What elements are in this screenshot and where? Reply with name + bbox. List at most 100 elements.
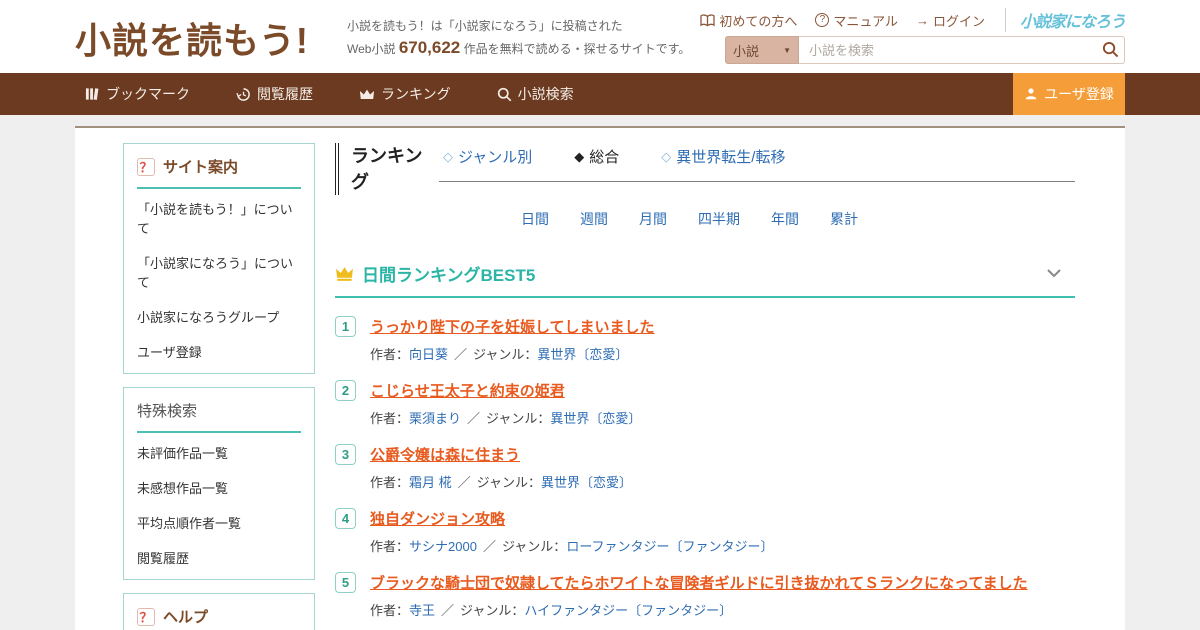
novel-title-link[interactable]: ブラックな騎士団で奴隷してたらホワイトな冒険者ギルドに引き抜かれてＳランクになっ… [370,572,1028,593]
page-title: ランキング [335,143,439,195]
best5-title: 日間ランキングBEST5 [362,266,536,285]
section-header: ？ ヘルプ [137,606,301,630]
genre-link[interactable]: ハイファンタジー〔ファンタジー〕 [524,603,732,618]
login-arrow-icon: → [915,12,929,28]
tab-overall[interactable]: ◆ 総合 [574,146,619,167]
crown-icon [336,266,353,281]
novel-title-link[interactable]: 独自ダンジョン攻略 [370,508,505,529]
diamond-icon: ◇ [661,148,672,164]
nav-bookmark[interactable]: ブックマーク [85,84,190,104]
section-divider [335,296,1075,298]
sidebar-section-special-search: 特殊検索 未評価作品一覧 未感想作品一覧 平均点順作者一覧 閲覧履歴 [123,387,315,580]
manual-link[interactable]: ? マニュアル [815,11,898,30]
sidebar-section-help: ？ ヘルプ Ｎコードについて ユーザ検索 [123,593,315,630]
sidebar-link-narou-group[interactable]: 小説家になろうグループ [137,297,301,332]
ranking-item-2: 2 こじらせ王太子と約束の姫君 作者：栗須まり／ジャンル：異世界〔恋愛〕 [335,380,1075,427]
nav-ranking[interactable]: ランキング [359,84,451,104]
novel-title-link[interactable]: こじらせ王太子と約束の姫君 [370,380,565,401]
rank-badge: 2 [335,380,356,401]
bookmark-icon [85,88,99,100]
tab-quarterly[interactable]: 四半期 [698,209,740,229]
question-circle-icon: ? [815,13,830,27]
sidebar-link-about-narou[interactable]: 「小説家になろう」について [137,243,301,297]
sidebar-link-register[interactable]: ユーザ登録 [137,332,301,367]
search-icon [497,87,511,101]
sidebar-link-about-yomou[interactable]: 「小説を読もう！」について [137,189,301,243]
site-header: 小説を読もう! 小説を読もう！は「小説家になろう」に投稿された Web小説 67… [0,0,1200,73]
sidebar-link-author-avg-ranking[interactable]: 平均点順作者一覧 [137,503,301,538]
search-submit-button[interactable] [1101,41,1119,59]
diamond-icon: ◇ [443,148,453,164]
page-body: ？ サイト案内 「小説を読もう！」について 「小説家になろう」について 小説家に… [0,126,1200,630]
sidebar-link-view-history[interactable]: 閲覧履歴 [137,538,301,573]
ranking-content: ランキング ◇ ジャンル別 ◆ 総合 ◇ 異世界転生/転移 日間 週間 月間 四… [335,143,1075,630]
site-logo[interactable]: 小説を読もう! [75,12,309,64]
search-input[interactable] [799,36,1125,64]
register-button[interactable]: ユーザ登録 [1013,73,1125,115]
section-title: 特殊検索 [137,403,198,420]
work-count: 670,622 [398,38,461,57]
tab-yearly[interactable]: 年間 [771,209,799,229]
ranking-item-3: 3 公爵令嬢は森に住まう 作者：霜月 椛／ジャンル：異世界〔恋愛〕 [335,444,1075,491]
author-link[interactable]: 霜月 椛 [409,475,452,490]
category-tabs: ◇ ジャンル別 ◆ 総合 ◇ 異世界転生/転移 [439,143,1075,182]
author-link[interactable]: サシナ2000 [409,539,477,554]
genre-link[interactable]: 異世界〔恋愛〕 [550,411,641,426]
novel-meta: 作者：霜月 椛／ジャンル：異世界〔恋愛〕 [370,475,633,490]
author-link[interactable]: 栗須まり [409,411,461,426]
beginners-link[interactable]: 初めての方へ [700,11,797,30]
novel-meta: 作者：向日葵／ジャンル：異世界〔恋愛〕 [370,347,629,362]
tab-weekly[interactable]: 週間 [580,209,608,229]
tab-monthly[interactable]: 月間 [639,209,667,229]
login-link[interactable]: → ログイン [916,11,985,30]
novel-meta: 作者：サシナ2000 ／ジャンル：ローファンタジー〔ファンタジー〕 [370,539,774,554]
novel-title-link[interactable]: 公爵令嬢は森に住まう [370,444,520,465]
best5-header: 日間ランキングBEST5 [335,261,1075,286]
period-tabs: 日間 週間 月間 四半期 年間 累計 [335,209,1075,229]
rank-badge: 3 [335,444,356,465]
section-header: 特殊検索 [137,400,301,433]
open-book-icon [700,13,715,26]
tab-genre[interactable]: ◇ ジャンル別 [443,146,532,167]
user-icon [1025,88,1037,100]
ranking-item-5: 5 ブラックな騎士団で奴隷してたらホワイトな冒険者ギルドに引き抜かれてＳランクに… [335,572,1075,619]
nav-novel-search[interactable]: 小説検索 [497,84,574,104]
diamond-filled-icon: ◆ [574,148,585,164]
collapse-chevron-icon[interactable] [1047,265,1061,283]
ranking-list: 1 うっかり陛下の子を妊娠してしまいました 作者：向日葵／ジャンル：異世界〔恋愛… [335,316,1075,619]
main-nav: ブックマーク 閲覧履歴 ランキング 小説検索 ユーザ登録 [0,73,1200,115]
tagline-line1: 小説を読もう！は「小説家になろう」に投稿された [347,19,623,33]
utility-links: 初めての方へ ? マニュアル → ログイン 小説家になろう [700,8,1126,32]
rank-badge: 5 [335,572,356,593]
novel-meta: 作者：寺王／ジャンル：ハイファンタジー〔ファンタジー〕 [370,603,733,618]
novel-meta: 作者：栗須まり／ジャンル：異世界〔恋愛〕 [370,411,642,426]
ranking-item-1: 1 うっかり陛下の子を妊娠してしまいました 作者：向日葵／ジャンル：異世界〔恋愛… [335,316,1075,363]
search-bar: 小説 ▼ [725,36,1125,64]
tab-cumulative[interactable]: 累計 [830,209,858,229]
ranking-item-4: 4 独自ダンジョン攻略 作者：サシナ2000 ／ジャンル：ローファンタジー〔ファン… [335,508,1075,555]
author-link[interactable]: 寺王 [409,603,435,618]
genre-link[interactable]: 異世界〔恋愛〕 [537,347,628,362]
search-category-select[interactable]: 小説 ▼ [725,36,799,64]
section-title: ヘルプ [163,609,209,626]
search-icon [1102,41,1118,58]
genre-link[interactable]: ローファンタジー〔ファンタジー〕 [566,539,773,554]
genre-link[interactable]: 異世界〔恋愛〕 [541,475,632,490]
chevron-down-icon: ▼ [783,45,791,55]
novel-title-link[interactable]: うっかり陛下の子を妊娠してしまいました [370,316,655,337]
author-link[interactable]: 向日葵 [409,347,448,362]
section-header: ？ サイト案内 [137,156,301,189]
rank-badge: 4 [335,508,356,529]
sidebar: ？ サイト案内 「小説を読もう！」について 「小説家になろう」について 小説家に… [123,143,315,630]
sidebar-section-site-guide: ？ サイト案内 「小説を読もう！」について 「小説家になろう」について 小説家に… [123,143,315,374]
tab-daily[interactable]: 日間 [521,209,549,229]
section-title: サイト案内 [163,159,239,176]
sidebar-link-unrated-works[interactable]: 未評価作品一覧 [137,433,301,468]
crown-icon [359,89,375,99]
tab-isekai[interactable]: ◇ 異世界転生/転移 [661,146,785,167]
narou-logo[interactable]: 小説家になろう [1004,8,1126,32]
nav-history[interactable]: 閲覧履歴 [236,84,313,104]
sidebar-link-no-review-works[interactable]: 未感想作品一覧 [137,468,301,503]
main-container: ？ サイト案内 「小説を読もう！」について 「小説家になろう」について 小説家に… [75,126,1125,630]
tagline-line2: Web小説 670,622 作品を無料で読める・探せるサイトです。 [347,38,691,57]
